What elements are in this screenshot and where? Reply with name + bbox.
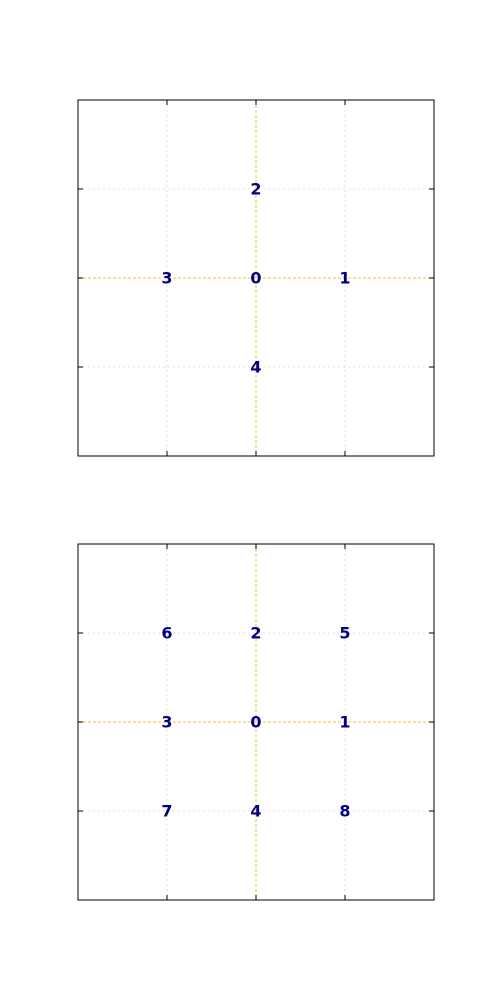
lattice-figure: 0 1 2 3 4 0 1 2 3 4 5 6 7 8 [77,99,435,901]
node-label-2: 2 [250,624,261,643]
node-label-3: 3 [161,713,172,732]
node-label-8: 8 [339,802,350,821]
node-label-2: 2 [250,180,261,199]
node-label-0: 0 [250,269,261,288]
node-label-4: 4 [250,358,261,377]
node-label-4: 4 [250,802,261,821]
node-label-6: 6 [161,624,172,643]
node-label-1: 1 [339,713,350,732]
node-label-7: 7 [161,802,172,821]
panel-9-node-lattice: 0 1 2 3 4 5 6 7 8 [77,543,435,901]
node-label-1: 1 [339,269,350,288]
panel-5-node-lattice: 0 1 2 3 4 [77,99,435,457]
node-label-5: 5 [339,624,350,643]
node-label-0: 0 [250,713,261,732]
node-label-3: 3 [161,269,172,288]
